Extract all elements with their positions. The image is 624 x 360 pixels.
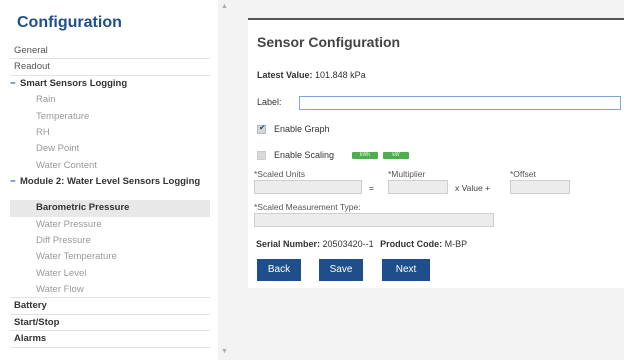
sidebar-scrollbar[interactable]: ▲ ▼ xyxy=(218,0,230,360)
label-input[interactable] xyxy=(299,96,621,110)
scaled-units-label: *Scaled Units xyxy=(254,169,306,179)
collapse-icon[interactable]: − xyxy=(10,76,20,92)
enable-graph-checkbox[interactable] xyxy=(257,123,266,134)
sidebar-item-water-level[interactable]: Water Level xyxy=(10,266,210,282)
multiplier-label: *Multiplier xyxy=(388,169,426,179)
scaled-type-field[interactable] xyxy=(254,213,494,227)
sidebar-item-barometric-pressure[interactable]: Barometric Pressure xyxy=(10,200,210,217)
product-code-value: M-BP xyxy=(444,239,468,249)
sensor-configuration-panel: Sensor Configuration Latest Value: 101.8… xyxy=(248,18,624,288)
sidebar-item-water-content[interactable]: Water Content xyxy=(10,158,210,174)
scaled-units-field[interactable] xyxy=(254,180,362,194)
serial-label: Serial Number: xyxy=(256,239,321,249)
offset-label: *Offset xyxy=(510,169,536,179)
enable-scaling-checkbox[interactable] xyxy=(257,151,266,160)
back-button[interactable]: Back xyxy=(257,259,301,281)
sidebar-group-module-2[interactable]: − Module 2: Water Level Sensors Logging xyxy=(10,174,210,200)
sidebar-item-start-stop[interactable]: Start/Stop xyxy=(10,315,210,332)
sidebar-item-general[interactable]: General xyxy=(10,43,210,60)
x-value-text: x Value + xyxy=(455,183,491,193)
latest-value: Latest Value: 101.848 kPa xyxy=(257,70,366,80)
sidebar-nav: General Readout − Smart Sensors Logging R… xyxy=(10,43,210,348)
next-button[interactable]: Next xyxy=(382,259,430,281)
product-code-label: Product Code: xyxy=(380,239,443,249)
sidebar-item-water-pressure[interactable]: Water Pressure xyxy=(10,217,210,233)
sidebar-item-rain[interactable]: Rain xyxy=(10,92,210,108)
sidebar-group-label: Module 2: Water Level Sensors Logging xyxy=(20,176,201,188)
latest-value-text: 101.848 kPa xyxy=(315,70,366,80)
sidebar-group-label: Smart Sensors Logging xyxy=(20,77,128,89)
sidebar-item-water-temperature[interactable]: Water Temperature xyxy=(10,249,210,265)
enable-scaling-label: Enable Scaling xyxy=(274,150,335,160)
offset-field[interactable] xyxy=(510,180,570,194)
serial-product-line: Serial Number: 20503420--1 Product Code:… xyxy=(256,239,467,249)
unit-badge-kwh: kWh xyxy=(352,152,378,159)
sidebar-item-diff-pressure[interactable]: Diff Pressure xyxy=(10,233,210,249)
unit-badge-kw: kW xyxy=(383,152,409,159)
multiplier-field[interactable] xyxy=(388,180,448,194)
sidebar-item-water-flow[interactable]: Water Flow xyxy=(10,282,210,299)
scroll-up-icon[interactable]: ▲ xyxy=(221,3,228,10)
app-title: Configuration xyxy=(17,14,122,31)
label-field-label: Label: xyxy=(257,97,282,107)
sidebar-item-battery[interactable]: Battery xyxy=(10,298,210,315)
enable-graph-label: Enable Graph xyxy=(274,124,330,134)
sidebar-item-dew-point[interactable]: Dew Point xyxy=(10,141,210,157)
sidebar-item-temperature[interactable]: Temperature xyxy=(10,109,210,125)
serial-value: 20503420--1 xyxy=(322,239,374,249)
sidebar-group-smart-sensors[interactable]: − Smart Sensors Logging xyxy=(10,76,210,92)
sidebar: Configuration General Readout − Smart Sen… xyxy=(0,0,218,360)
collapse-icon[interactable]: − xyxy=(10,176,20,187)
save-button[interactable]: Save xyxy=(319,259,363,281)
latest-value-label: Latest Value: xyxy=(257,70,313,80)
scaled-type-label: *Scaled Measurement Type: xyxy=(254,202,361,212)
sidebar-item-rh[interactable]: RH xyxy=(10,125,210,141)
sidebar-item-alarms[interactable]: Alarms xyxy=(10,331,210,348)
sidebar-item-readout[interactable]: Readout xyxy=(10,59,210,76)
equals-sign: = xyxy=(369,183,374,193)
scroll-down-icon[interactable]: ▼ xyxy=(221,348,228,355)
page-title: Sensor Configuration xyxy=(248,18,624,60)
